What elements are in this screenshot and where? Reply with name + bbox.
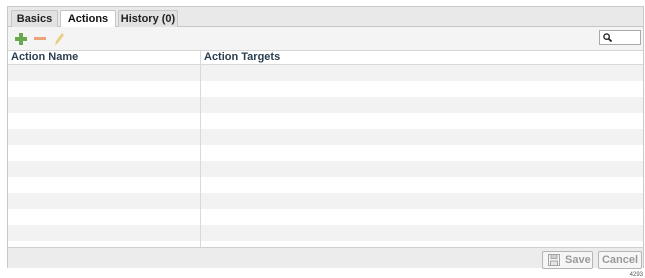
corner-label: 4293 (629, 272, 643, 278)
empty-row (8, 113, 643, 129)
empty-row (8, 161, 643, 177)
empty-row (8, 81, 643, 97)
column-header-action-targets[interactable]: Action Targets (201, 51, 280, 64)
actions-grid: Action Name Action Targets (8, 51, 643, 247)
grid-header: Action Name Action Targets (8, 51, 643, 65)
tab-basics[interactable]: Basics (11, 10, 58, 27)
empty-row (8, 209, 643, 225)
magnifier-icon (603, 33, 612, 42)
tab-history[interactable]: History (0) (118, 10, 178, 27)
column-header-action-name[interactable]: Action Name (8, 51, 78, 64)
minus-icon[interactable] (32, 31, 48, 47)
search-input[interactable] (599, 30, 641, 45)
tab-actions[interactable]: Actions (60, 10, 116, 28)
floppy-disk-icon (548, 254, 560, 266)
save-button[interactable]: Save (542, 251, 593, 269)
empty-row (8, 97, 643, 113)
grid-toolbar (8, 27, 643, 51)
empty-row (8, 145, 643, 161)
column-divider[interactable] (200, 51, 201, 247)
empty-row (8, 225, 643, 241)
save-label: Save (565, 254, 591, 266)
empty-row (8, 129, 643, 145)
empty-row (8, 193, 643, 209)
empty-row (8, 65, 643, 81)
dialog-footer: Save Cancel (8, 247, 643, 269)
actions-panel: Basics Actions History (0) Action Name A… (7, 6, 644, 269)
tab-strip: Basics Actions History (0) (8, 7, 643, 28)
cancel-button[interactable]: Cancel (598, 251, 642, 269)
plus-icon[interactable] (13, 31, 29, 47)
empty-row (8, 177, 643, 193)
pencil-icon[interactable] (51, 31, 67, 47)
